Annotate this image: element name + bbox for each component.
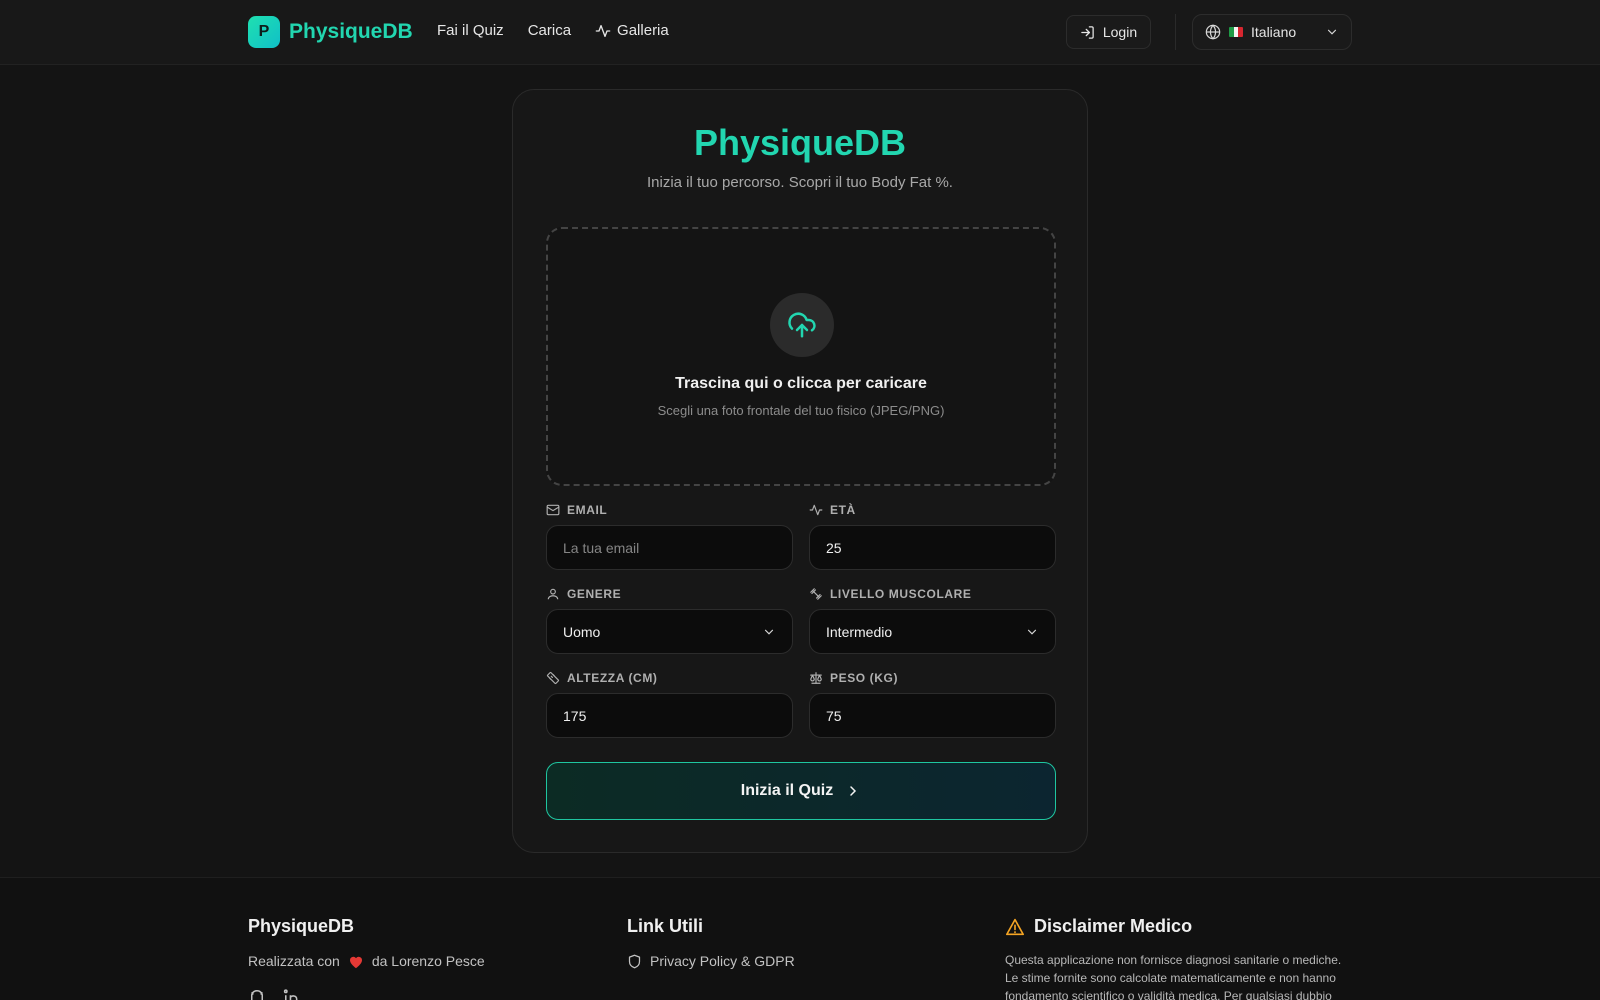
height-value: 175 xyxy=(563,707,587,724)
cloud-upload-icon xyxy=(788,312,816,338)
chevron-down-icon xyxy=(764,629,774,635)
age-value: 25 xyxy=(826,539,842,556)
chevron-down-icon xyxy=(1027,629,1037,635)
age-field[interactable]: 25 xyxy=(809,525,1056,570)
nav-item-quiz[interactable]: Fai il Quiz xyxy=(437,22,504,39)
scale-icon xyxy=(810,672,822,684)
gender-select[interactable]: Uomo xyxy=(546,609,793,654)
heart-icon xyxy=(349,956,362,968)
weight-value: 75 xyxy=(826,707,842,724)
start-quiz-button[interactable]: Inizia il Quiz xyxy=(546,762,1056,820)
chevron-right-icon xyxy=(850,786,857,796)
login-button[interactable]: Login xyxy=(1066,15,1151,49)
page-subtitle: Inizia il tuo percorso. Scopri il tuo Bo… xyxy=(647,174,953,191)
dropzone-hint: Scegli una foto frontale del tuo fisico … xyxy=(657,403,945,418)
email-label: EMAIL xyxy=(546,503,607,517)
muscle-level-value: Intermedio xyxy=(826,623,893,640)
ruler-icon xyxy=(546,671,560,685)
footer-brand-title: PhysiqueDB xyxy=(248,916,355,936)
muscle-level-select[interactable]: Intermedio xyxy=(809,609,1056,654)
italy-flag xyxy=(1229,27,1243,37)
chevron-down-icon xyxy=(1327,29,1337,35)
email-input[interactable] xyxy=(563,539,776,556)
brand-link[interactable]: P PhysiqueDB xyxy=(248,16,413,48)
language-selector[interactable]: Italiano xyxy=(1192,14,1352,50)
page-title: PhysiqueDB xyxy=(693,122,907,163)
quiz-card: PhysiqueDB Inizia il tuo percorso. Scopr… xyxy=(512,89,1088,853)
nav-item-upload[interactable]: Carica xyxy=(528,22,571,39)
privacy-policy-link[interactable]: Privacy Policy & GDPR xyxy=(627,953,795,969)
activity-icon xyxy=(595,24,611,37)
weight-label: PESO (KG) xyxy=(809,671,898,685)
brand-name: PhysiqueDB xyxy=(289,20,413,43)
mail-icon xyxy=(546,504,560,516)
gender-value: Uomo xyxy=(563,623,601,640)
email-field[interactable] xyxy=(546,525,793,570)
social-links xyxy=(248,989,302,1000)
weight-field[interactable]: 75 xyxy=(809,693,1056,738)
age-label: ETÀ xyxy=(809,503,856,517)
warning-icon xyxy=(1005,918,1024,935)
height-label: ALTEZZA (CM) xyxy=(546,671,658,685)
main-nav: Fai il Quiz Carica Galleria xyxy=(437,22,669,39)
login-icon xyxy=(1081,25,1094,39)
shield-icon xyxy=(628,954,641,968)
linkedin-icon[interactable] xyxy=(282,989,302,1000)
height-field[interactable]: 175 xyxy=(546,693,793,738)
nav-item-gallery[interactable]: Galleria xyxy=(595,22,669,39)
photo-dropzone[interactable]: Trascina qui o clicca per caricare Scegl… xyxy=(546,227,1056,486)
activity-icon xyxy=(809,504,823,516)
github-icon[interactable] xyxy=(248,989,266,1000)
disclaimer-title: Disclaimer Medico xyxy=(1005,916,1192,937)
dumbbell-icon xyxy=(810,588,822,600)
top-navbar: P PhysiqueDB Fai il Quiz Carica Galleria… xyxy=(0,0,1600,65)
upload-icon-badge xyxy=(770,293,834,357)
muscle-level-label: LIVELLO MUSCOLARE xyxy=(809,587,972,601)
header-divider xyxy=(1175,14,1176,50)
user-icon xyxy=(547,588,559,600)
disclaimer-text: Questa applicazione non fornisce diagnos… xyxy=(1005,953,1342,1000)
globe-icon xyxy=(1205,24,1221,40)
brand-logo: P xyxy=(248,16,280,48)
footer-links-title: Link Utili xyxy=(627,916,703,936)
footer: PhysiqueDB Realizzata con da Lorenzo Pes… xyxy=(0,877,1600,1000)
footer-credits: Realizzata con da Lorenzo Pesce xyxy=(248,953,485,969)
gender-label: GENERE xyxy=(546,587,621,601)
dropzone-title: Trascina qui o clicca per caricare xyxy=(675,375,927,392)
